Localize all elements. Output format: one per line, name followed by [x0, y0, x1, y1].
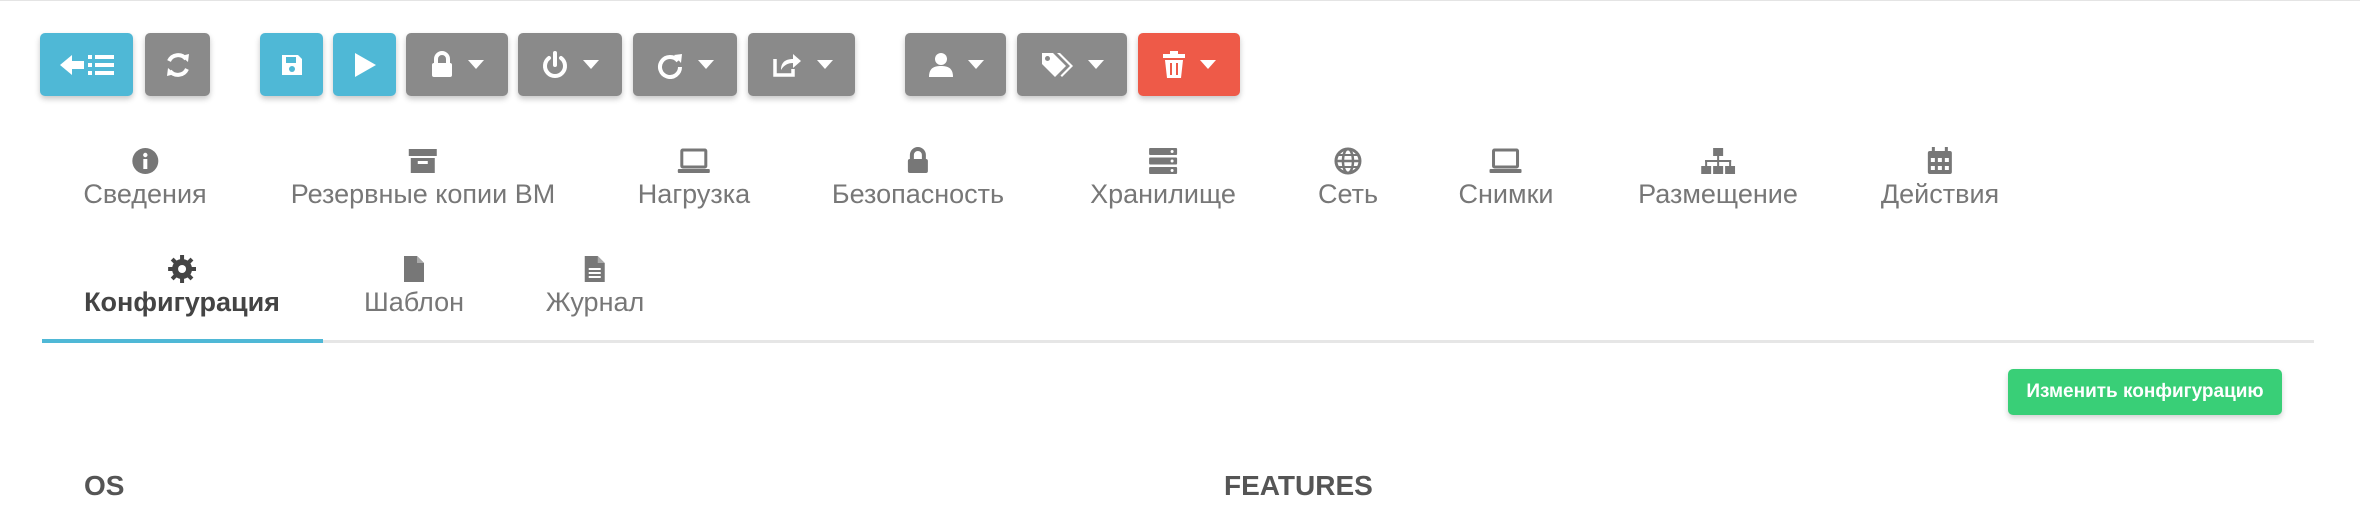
back-to-list-button[interactable] [40, 33, 133, 96]
active-tab-indicator [42, 339, 323, 343]
tabs-divider [42, 340, 2314, 343]
share-icon [772, 53, 801, 77]
migrate-menu-button[interactable] [748, 33, 855, 96]
save-icon [281, 54, 302, 75]
refresh-icon [166, 52, 189, 77]
lock-menu-button[interactable] [406, 33, 508, 96]
edit-configuration-button[interactable]: Изменить конфигурацию [2008, 369, 2282, 415]
secondary-tabs: Конфигурация Шаблон Журнал [0, 254, 2360, 344]
tab-info[interactable]: Сведения [83, 146, 207, 210]
user-icon [928, 52, 953, 77]
chevron-down-icon [1088, 60, 1104, 69]
tab-template[interactable]: Шаблон [364, 254, 464, 318]
redo-icon [658, 53, 682, 79]
chevron-down-icon [967, 60, 984, 69]
toolbar [0, 33, 2360, 96]
save-button[interactable] [260, 33, 323, 96]
lock-icon [907, 147, 928, 173]
tab-label: Размещение [1638, 179, 1798, 209]
delete-menu-button[interactable] [1138, 33, 1240, 96]
features-section-title: FEATURES [1224, 470, 1373, 501]
tab-label: Хранилище [1090, 179, 1236, 209]
tab-label: Действия [1880, 179, 2000, 209]
tab-snapshots[interactable]: Снимки [1458, 146, 1554, 210]
play-icon [354, 52, 376, 77]
info-icon [131, 148, 158, 174]
chevron-down-icon [816, 60, 833, 69]
chevron-down-icon [468, 60, 484, 69]
file-icon [404, 256, 424, 282]
tab-log[interactable]: Журнал [545, 254, 645, 318]
tab-label: Безопасность [831, 179, 1005, 209]
tab-configuration[interactable]: Конфигурация [84, 254, 280, 318]
user-menu-button[interactable] [905, 33, 1006, 96]
tab-vm-backups[interactable]: Резервные копии ВМ [291, 146, 555, 210]
refresh-button[interactable] [145, 33, 210, 96]
play-button[interactable] [333, 33, 396, 96]
trash-icon [1163, 50, 1185, 78]
tab-actions[interactable]: Действия [1881, 146, 1999, 210]
tab-label: Шаблон [364, 287, 464, 317]
laptop-icon [1489, 148, 1522, 173]
archive-icon [408, 149, 437, 173]
tab-label: Нагрузка [637, 179, 751, 209]
globe-icon [1334, 147, 1362, 175]
gear-icon [168, 255, 196, 283]
tab-label: Сеть [1317, 179, 1379, 209]
chevron-down-icon [1200, 60, 1216, 69]
file-text-icon [585, 256, 605, 282]
sitemap-icon [1700, 148, 1735, 174]
primary-tabs: Сведения Резервные копии ВМ Нагрузка Без… [0, 146, 2360, 216]
labels-menu-button[interactable] [1017, 33, 1127, 96]
tab-placement[interactable]: Размещение [1638, 146, 1798, 210]
server-icon [1149, 148, 1177, 174]
tags-icon [1042, 52, 1073, 77]
tab-label: Снимки [1458, 179, 1554, 209]
tab-security[interactable]: Безопасность [832, 146, 1004, 210]
arrow-left-list-icon [59, 54, 114, 75]
tab-storage[interactable]: Хранилище [1090, 146, 1236, 210]
reboot-menu-button[interactable] [633, 33, 737, 96]
tab-label: Конфигурация [84, 287, 280, 317]
tab-label: Резервные копии ВМ [290, 179, 556, 209]
lock-icon [432, 50, 452, 77]
tab-workload[interactable]: Нагрузка [638, 146, 750, 210]
tab-label: Журнал [545, 287, 645, 317]
power-icon [543, 50, 567, 78]
calendar-icon [1927, 147, 1952, 174]
chevron-down-icon [583, 60, 599, 69]
os-section-title: OS [84, 470, 125, 501]
tab-label: Сведения [83, 179, 207, 209]
tab-network[interactable]: Сеть [1318, 146, 1378, 210]
laptop-icon [677, 148, 710, 173]
power-menu-button[interactable] [518, 33, 622, 96]
chevron-down-icon [698, 60, 714, 69]
